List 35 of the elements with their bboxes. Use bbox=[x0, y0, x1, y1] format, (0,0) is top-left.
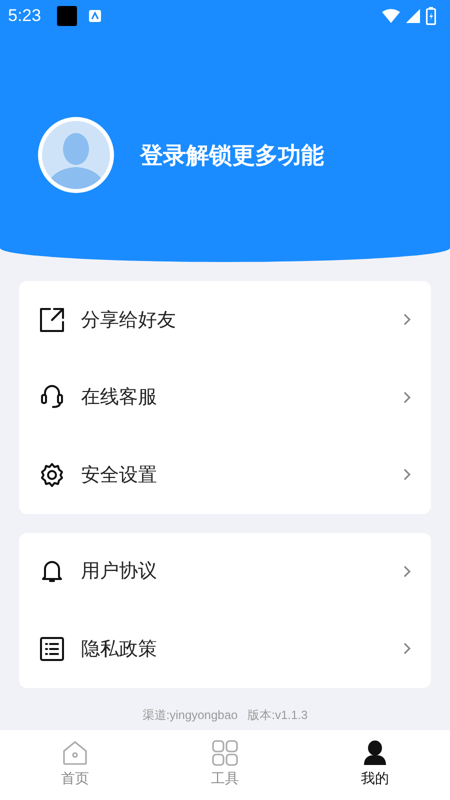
channel-text: 渠道:yingyongbao bbox=[142, 707, 238, 724]
avatar-icon[interactable] bbox=[38, 117, 114, 193]
status-time: 5:23 bbox=[8, 6, 42, 26]
chevron-right-icon bbox=[403, 313, 411, 326]
menu-item[interactable]: 用户协议 bbox=[19, 532, 431, 610]
list-icon bbox=[39, 636, 65, 662]
grid-icon bbox=[212, 740, 238, 766]
version-text: 版本:v1.1.3 bbox=[248, 707, 308, 724]
menu-label: 分享给好友 bbox=[81, 308, 177, 333]
headset-icon bbox=[39, 384, 65, 410]
bell-icon bbox=[39, 558, 65, 584]
menu-item[interactable]: 安全设置 bbox=[19, 436, 431, 514]
app-notification-icon bbox=[89, 10, 102, 22]
settings-icon bbox=[39, 462, 65, 488]
chevron-right-icon bbox=[403, 564, 411, 578]
battery-icon bbox=[426, 7, 436, 25]
menu-item[interactable]: 分享给好友 bbox=[19, 281, 431, 358]
notification-icon bbox=[57, 6, 78, 26]
signal-icon bbox=[406, 9, 420, 23]
menu-label: 隐私政策 bbox=[81, 636, 158, 662]
share-icon bbox=[39, 306, 65, 333]
menu-item[interactable]: 隐私政策 bbox=[19, 610, 431, 688]
chevron-right-icon bbox=[403, 642, 411, 656]
menu-label: 用户协议 bbox=[81, 559, 158, 584]
menu-label: 在线客服 bbox=[81, 385, 158, 410]
nav-tab[interactable]: 首页 bbox=[0, 730, 150, 800]
home-icon bbox=[62, 740, 88, 766]
chevron-right-icon bbox=[403, 390, 411, 404]
menu-item[interactable]: 在线客服 bbox=[19, 358, 431, 436]
wifi-icon bbox=[382, 9, 400, 23]
nav-tab[interactable]: 工具 bbox=[150, 730, 300, 800]
person-icon bbox=[362, 740, 388, 766]
nav-tab[interactable]: 我的 bbox=[300, 730, 450, 800]
chevron-right-icon bbox=[403, 468, 411, 482]
menu-label: 安全设置 bbox=[81, 462, 158, 488]
